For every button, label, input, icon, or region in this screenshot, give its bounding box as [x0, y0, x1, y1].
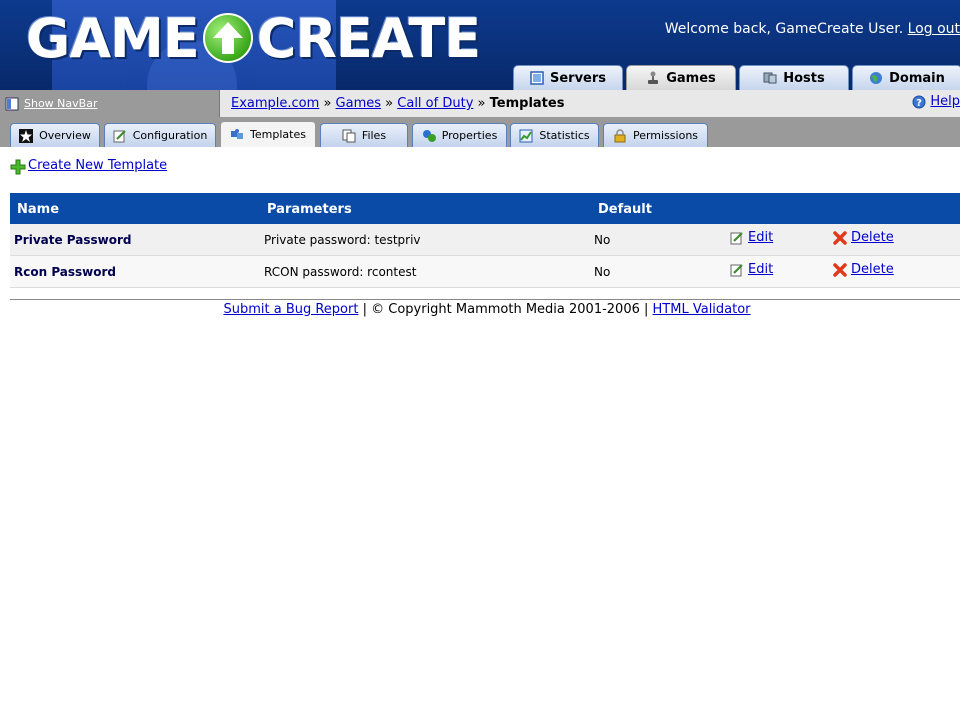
logo-text-left: GAME — [26, 6, 200, 70]
table-body: Private Password Private password: testp… — [10, 224, 960, 288]
breadcrumb-current: Templates — [489, 96, 565, 111]
delete-link[interactable]: Delete — [851, 262, 894, 277]
footer-separator: | — [358, 302, 372, 317]
up-arrow-icon — [202, 13, 253, 63]
navbar-toggle[interactable]: Show NavBar — [0, 90, 220, 117]
submit-bug-report-link[interactable]: Submit a Bug Report — [223, 302, 358, 317]
logo[interactable]: GAME CREATE — [26, 6, 481, 70]
logo-text-right: CREATE — [256, 6, 481, 70]
header: GAME CREATE Welcome back, GameCreate Use… — [0, 0, 960, 90]
breadcrumb-separator: » — [477, 96, 486, 111]
template-default: No — [594, 265, 611, 279]
puzzle-icon — [230, 128, 244, 142]
template-name: Private Password — [14, 233, 132, 247]
tab-label: Domain — [889, 70, 945, 86]
tab-configuration[interactable]: Configuration — [104, 123, 216, 147]
tab-label: Permissions — [632, 129, 699, 142]
breadcrumb-example[interactable]: Example.com — [231, 96, 319, 111]
table-row: Rcon Password RCON password: rcontest No… — [10, 256, 960, 288]
tab-overview[interactable]: Overview — [10, 123, 100, 147]
welcome-text: Welcome back, GameCreate User. — [664, 21, 904, 37]
table-row: Private Password Private password: testp… — [10, 224, 960, 256]
delete-icon — [833, 230, 847, 245]
edit-link[interactable]: Edit — [748, 230, 773, 245]
joystick-icon — [646, 71, 660, 85]
templates-table: Name Parameters Default Private Password… — [10, 193, 960, 288]
copyright-text: © Copyright Mammoth Media 2001-2006 — [371, 302, 640, 317]
tab-hosts[interactable]: Hosts — [739, 65, 849, 90]
breadcrumb-bar: Show NavBar Example.com » Games » Call o… — [0, 90, 960, 117]
tab-label: Properties — [441, 129, 498, 142]
help[interactable]: ? Help — [912, 94, 960, 109]
column-header-name: Name — [17, 202, 60, 217]
template-parameters: Private password: testpriv — [264, 233, 421, 247]
tab-label: Statistics — [539, 129, 590, 142]
tab-label: Templates — [250, 128, 306, 141]
welcome-message: Welcome back, GameCreate User. Log out — [665, 21, 960, 37]
globe-icon — [869, 71, 883, 85]
create-template[interactable]: Create New Template — [10, 158, 167, 174]
edit-icon — [730, 231, 744, 245]
tab-label: Hosts — [783, 70, 825, 86]
chart-icon — [519, 129, 533, 143]
template-parameters: RCON password: rcontest — [264, 265, 417, 279]
column-header-default: Default — [598, 202, 652, 217]
lock-icon — [613, 128, 627, 143]
breadcrumb-separator: » — [323, 96, 332, 111]
tab-properties[interactable]: Properties — [412, 123, 507, 147]
tab-games[interactable]: Games — [626, 65, 736, 90]
tab-label: Files — [361, 129, 387, 142]
star-icon — [19, 128, 34, 143]
breadcrumb-games[interactable]: Games — [336, 96, 381, 111]
tab-permissions[interactable]: Permissions — [603, 123, 708, 147]
svg-text:?: ? — [916, 98, 922, 109]
divider — [10, 299, 960, 300]
tab-domain[interactable]: Domain — [852, 65, 960, 90]
tab-templates[interactable]: Templates — [220, 121, 316, 147]
delete-action[interactable]: Delete — [833, 262, 894, 277]
create-new-template-link[interactable]: Create New Template — [28, 158, 167, 173]
template-name: Rcon Password — [14, 265, 117, 279]
edit-icon — [113, 129, 127, 143]
edit-action[interactable]: Edit — [730, 230, 773, 245]
tab-label: Games — [666, 70, 716, 86]
delete-action[interactable]: Delete — [833, 230, 894, 245]
footer-separator: | — [639, 302, 653, 317]
template-default: No — [594, 233, 611, 247]
sub-tab-bar: Overview Configuration Templates Files P… — [0, 117, 960, 147]
delete-icon — [833, 262, 847, 277]
edit-action[interactable]: Edit — [730, 262, 773, 277]
files-icon — [342, 129, 356, 143]
properties-icon — [422, 129, 436, 143]
host-icon — [763, 71, 777, 85]
edit-link[interactable]: Edit — [748, 262, 773, 277]
breadcrumb-call-of-duty[interactable]: Call of Duty — [397, 96, 473, 111]
server-icon — [530, 71, 544, 85]
breadcrumb: Example.com » Games » Call of Duty » Tem… — [231, 96, 564, 111]
breadcrumb-separator: » — [385, 96, 394, 111]
tab-label: Servers — [549, 70, 607, 86]
help-icon: ? — [912, 95, 926, 109]
help-link[interactable]: Help — [930, 94, 960, 109]
tab-label: Overview — [39, 129, 91, 142]
html-validator-link[interactable]: HTML Validator — [653, 302, 751, 317]
edit-icon — [730, 263, 744, 277]
add-icon — [10, 159, 26, 174]
table-header: Name Parameters Default — [10, 193, 960, 224]
navbar-icon — [5, 97, 19, 111]
column-header-parameters: Parameters — [267, 202, 352, 217]
logout-link[interactable]: Log out — [908, 21, 960, 37]
tab-statistics[interactable]: Statistics — [510, 123, 599, 147]
delete-link[interactable]: Delete — [851, 230, 894, 245]
tab-label: Configuration — [132, 129, 208, 142]
footer: Submit a Bug Report | © Copyright Mammot… — [0, 302, 960, 317]
tab-servers[interactable]: Servers — [513, 65, 623, 90]
tab-files[interactable]: Files — [320, 123, 408, 147]
show-navbar-link[interactable]: Show NavBar — [24, 97, 97, 110]
